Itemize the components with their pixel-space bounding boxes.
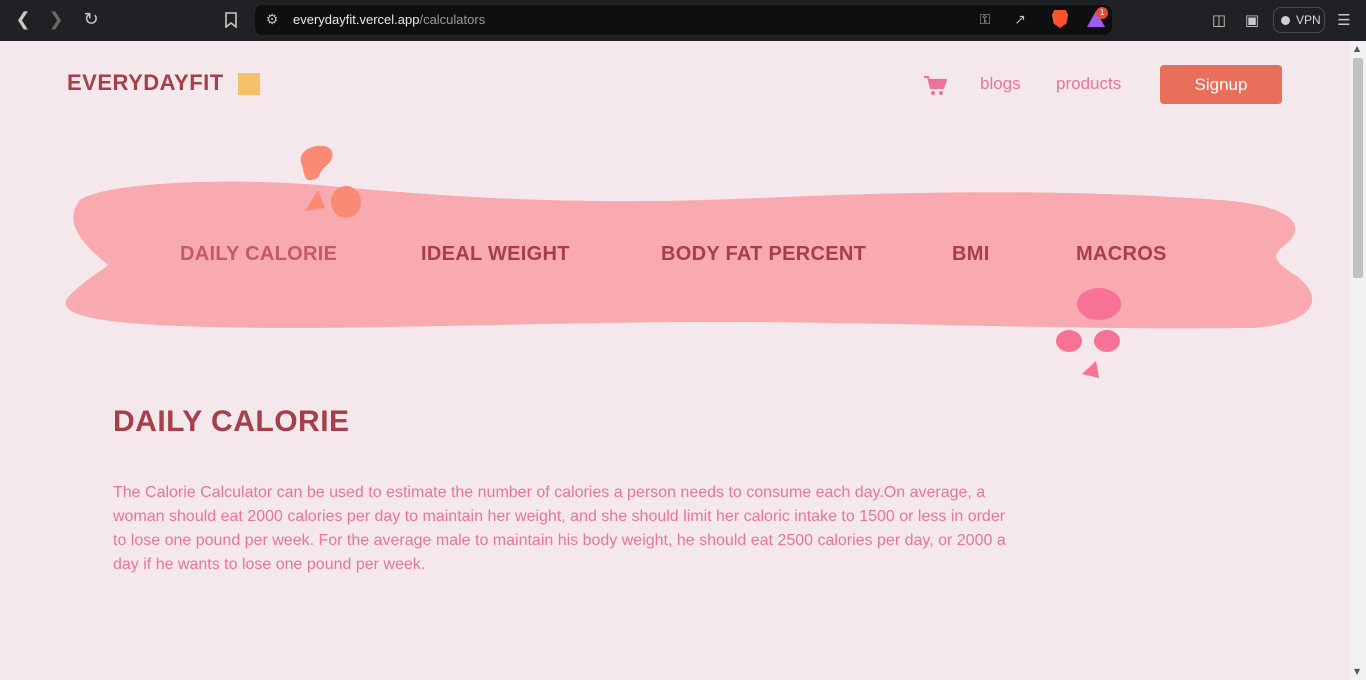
- scrollbar-thumb[interactable]: [1353, 58, 1363, 278]
- scroll-up-icon[interactable]: ▲: [1354, 44, 1360, 53]
- signup-button[interactable]: Signup: [1160, 65, 1282, 104]
- share-icon[interactable]: ↗: [1010, 10, 1030, 30]
- section-title: DAILY CALORIE: [113, 405, 350, 438]
- scroll-down-icon[interactable]: ▼: [1354, 667, 1360, 676]
- reload-icon[interactable]: ↻: [79, 8, 103, 32]
- address-bar[interactable]: ⚙ everydayfit.vercel.app/calculators ⚿ ↗…: [255, 5, 1112, 35]
- tab-ideal-weight[interactable]: IDEAL WEIGHT: [421, 243, 570, 266]
- section-description: The Calorie Calculator can be used to es…: [113, 484, 1006, 573]
- nav-products-link[interactable]: products: [1056, 74, 1121, 94]
- url-path: /calculators: [419, 12, 486, 27]
- decor-blob-icon: [300, 145, 333, 181]
- tab-daily-calorie[interactable]: DAILY CALORIE: [180, 243, 337, 266]
- url-text[interactable]: everydayfit.vercel.app/calculators: [293, 12, 485, 27]
- sidebar-icon[interactable]: ◫: [1209, 10, 1229, 30]
- site-settings-icon[interactable]: ⚙: [262, 10, 282, 30]
- cart-icon[interactable]: [922, 74, 948, 98]
- decor-triangle-icon: [1082, 361, 1099, 378]
- tab-macros[interactable]: MACROS: [1076, 243, 1167, 266]
- decor-circle-icon: [331, 186, 361, 218]
- forward-icon[interactable]: ❯: [44, 8, 68, 32]
- browser-toolbar: ❮ ❯ ↻ ⚙ everydayfit.vercel.app/calculato…: [0, 0, 1366, 41]
- tab-bmi[interactable]: BMI: [952, 243, 990, 266]
- key-icon[interactable]: ⚿: [975, 10, 995, 30]
- menu-icon[interactable]: ☰: [1334, 10, 1354, 30]
- bookmark-icon[interactable]: [219, 8, 243, 32]
- decor-circle-icon: [1077, 288, 1121, 320]
- logo-square-icon: [238, 73, 260, 95]
- site-logo[interactable]: EVERYDAYFIT: [67, 70, 224, 96]
- tab-body-fat-percent[interactable]: BODY FAT PERCENT: [661, 243, 866, 266]
- rewards-badge: 1: [1096, 7, 1108, 19]
- wallet-icon[interactable]: ▣: [1242, 10, 1262, 30]
- brave-shield-icon[interactable]: [1052, 10, 1068, 28]
- decor-circle-icon: [1056, 330, 1082, 352]
- decor-circle-icon: [1094, 330, 1120, 352]
- vpn-button[interactable]: VPN: [1273, 7, 1325, 33]
- nav-blogs-link[interactable]: blogs: [980, 74, 1021, 94]
- page-scrollbar[interactable]: ▲ ▼: [1350, 41, 1366, 680]
- url-host: everydayfit.vercel.app: [293, 12, 420, 27]
- back-icon[interactable]: ❮: [11, 8, 35, 32]
